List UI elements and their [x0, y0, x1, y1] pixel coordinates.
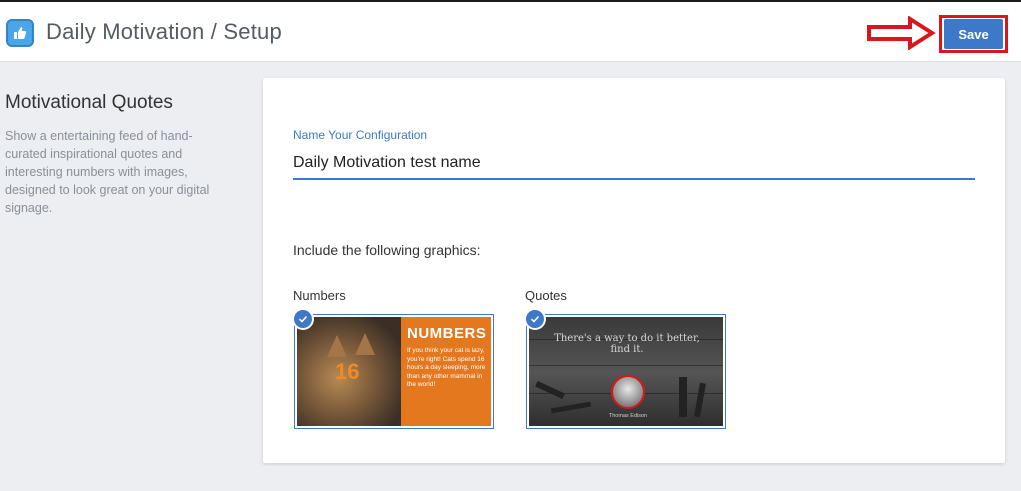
config-name-input[interactable]	[293, 148, 975, 180]
thumb-number: 16	[335, 359, 360, 384]
quotes-checkbox[interactable]	[524, 308, 546, 330]
numbers-panel: NUMBERS If you think your cat is lazy, y…	[401, 317, 491, 426]
name-field-label: Name Your Configuration	[293, 128, 428, 142]
thumbs-up-icon	[6, 19, 34, 47]
red-arrow-icon	[867, 16, 936, 50]
save-button[interactable]: Save	[944, 19, 1003, 49]
quote-thumb-author: Thomas Edison	[608, 413, 648, 419]
sidebar-title: Motivational Quotes	[5, 92, 173, 113]
include-graphics-label: Include the following graphics:	[293, 242, 481, 258]
header-bar: Daily Motivation / Setup Save	[0, 2, 1021, 62]
quotes-thumbnail[interactable]: There's a way to do it better, find it. …	[526, 314, 726, 429]
numbers-thumb-title: NUMBERS	[407, 325, 487, 342]
config-card: Name Your Configuration Include the foll…	[263, 78, 1005, 463]
cat-photo: 16	[297, 317, 401, 426]
check-icon	[298, 315, 308, 323]
numbers-checkbox[interactable]	[292, 308, 314, 330]
numbers-thumb-text: If you think your cat is lazy, you're ri…	[407, 347, 486, 388]
numbers-label: Numbers	[293, 288, 346, 303]
quote-thumb-text: There's a way to do it better, find it.	[554, 333, 700, 355]
check-icon	[530, 315, 540, 323]
numbers-thumbnail[interactable]: 16 NUMBERS If you think your cat is lazy…	[294, 314, 494, 429]
quotes-label: Quotes	[525, 288, 567, 303]
sidebar-description: Show a entertaining feed of hand-curated…	[5, 129, 210, 215]
page-title: Daily Motivation / Setup	[46, 19, 282, 44]
author-portrait	[611, 375, 645, 409]
